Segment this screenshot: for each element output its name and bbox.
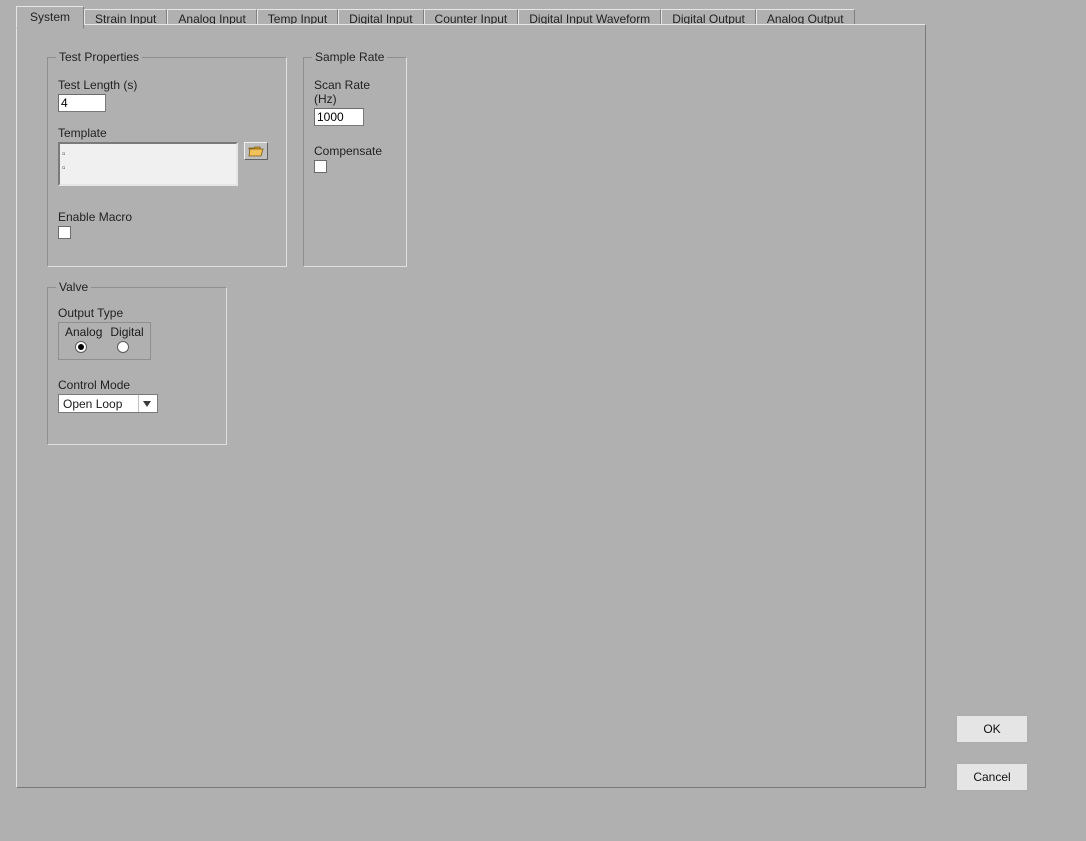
tab-system[interactable]: System: [16, 6, 84, 29]
test-length-input[interactable]: [58, 94, 106, 112]
groupbox-legend: Sample Rate: [312, 50, 387, 64]
radio-analog[interactable]: [75, 341, 87, 353]
enable-macro-checkbox[interactable]: [58, 226, 71, 239]
compensate-checkbox[interactable]: [314, 160, 327, 173]
enable-macro-label: Enable Macro: [58, 210, 276, 224]
dialog-root: SystemStrain InputAnalog InputTemp Input…: [0, 0, 1086, 841]
chevron-down-icon: [138, 395, 155, 412]
template-path-input[interactable]: ▫▫: [58, 142, 238, 186]
tab-panel-system: Test Properties Test Length (s) Template…: [16, 24, 926, 788]
scan-rate-input[interactable]: [314, 108, 364, 126]
groupbox-test-properties: Test Properties Test Length (s) Template…: [47, 57, 287, 267]
radio-digital-label: Digital: [110, 325, 143, 339]
control-mode-select[interactable]: Open Loop: [58, 394, 158, 413]
template-label: Template: [58, 126, 276, 140]
output-type-label: Output Type: [58, 306, 216, 320]
radio-digital[interactable]: [117, 341, 129, 353]
output-type-radio-group: Analog Digital: [58, 322, 151, 360]
cancel-button[interactable]: Cancel: [956, 763, 1028, 791]
radio-analog-label: Analog: [65, 325, 102, 339]
control-mode-value: Open Loop: [63, 397, 122, 411]
compensate-label: Compensate: [314, 144, 396, 158]
ok-button[interactable]: OK: [956, 715, 1028, 743]
folder-open-icon: [248, 145, 264, 157]
scan-rate-label: Scan Rate (Hz): [314, 78, 396, 106]
groupbox-sample-rate: Sample Rate Scan Rate (Hz) Compensate: [303, 57, 407, 267]
groupbox-legend: Test Properties: [56, 50, 142, 64]
browse-template-button[interactable]: [244, 142, 268, 160]
groupbox-legend: Valve: [56, 280, 91, 294]
groupbox-valve: Valve Output Type Analog Digital Control…: [47, 287, 227, 445]
test-length-label: Test Length (s): [58, 78, 276, 92]
path-glyph-icon: ▫▫: [62, 149, 66, 174]
control-mode-label: Control Mode: [58, 378, 216, 392]
